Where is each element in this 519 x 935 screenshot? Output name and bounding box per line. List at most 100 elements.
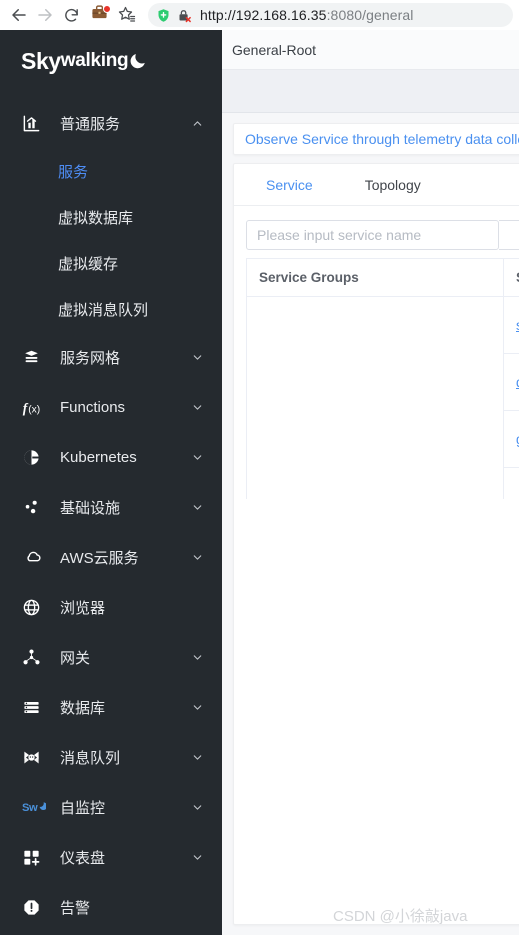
services-column: S s d g bbox=[504, 259, 519, 499]
search-row bbox=[246, 220, 519, 250]
sidebar: Sky walking 普通服务 服务 虚拟数据库 虚拟缓存 虚拟消息队列 服务… bbox=[0, 30, 222, 935]
sidebar-item-label: 消息队列 bbox=[60, 749, 121, 767]
chevron-up-icon[interactable] bbox=[191, 117, 204, 130]
layers-icon bbox=[22, 348, 48, 367]
sidebar-item-aws-cloud[interactable]: AWS云服务 bbox=[0, 532, 222, 582]
sidebar-item-infrastructure[interactable]: 基础设施 bbox=[0, 482, 222, 532]
database-list-icon bbox=[22, 698, 48, 717]
app-root: http://192.168.16.35:8080/general Sky wal… bbox=[0, 0, 519, 935]
sidebar-subitem-label: 虚拟消息队列 bbox=[58, 301, 149, 319]
sidebar-item-self-observability[interactable]: Sw 自监控 bbox=[0, 782, 222, 832]
sidebar-item-database[interactable]: 数据库 bbox=[0, 682, 222, 732]
service-table: Service Groups S s d g bbox=[246, 258, 519, 499]
column-header-service-groups: Service Groups bbox=[247, 259, 503, 297]
sidebar-subitem-virtual-cache[interactable]: 虚拟缓存 bbox=[0, 240, 222, 286]
chevron-down-icon[interactable] bbox=[191, 701, 204, 714]
sidebar-subitem-virtual-mq[interactable]: 虚拟消息队列 bbox=[0, 286, 222, 332]
sidebar-item-label: Functions bbox=[60, 398, 126, 416]
sidebar-item-label: 仪表盘 bbox=[60, 849, 106, 867]
logo-primary-text: Sky bbox=[21, 47, 61, 74]
sidebar-item-label: 浏览器 bbox=[60, 599, 106, 617]
function-fx-icon: f (x) bbox=[22, 398, 48, 417]
breadcrumb-text[interactable]: General-Root bbox=[232, 42, 316, 58]
sidebar-item-label: 数据库 bbox=[60, 699, 106, 717]
watermark: CSDN @小徐敲java bbox=[333, 908, 468, 925]
back-button[interactable] bbox=[6, 2, 32, 28]
chevron-down-icon[interactable] bbox=[191, 751, 204, 764]
chevron-down-icon[interactable] bbox=[191, 851, 204, 864]
chevron-down-icon[interactable] bbox=[191, 401, 204, 414]
reload-button[interactable] bbox=[58, 2, 84, 28]
browser-toolbar: http://192.168.16.35:8080/general bbox=[0, 0, 519, 30]
sidebar-subitem-label: 虚拟缓存 bbox=[58, 255, 119, 273]
search-input[interactable] bbox=[246, 220, 499, 250]
chevron-down-icon[interactable] bbox=[191, 451, 204, 464]
chevron-down-icon[interactable] bbox=[191, 351, 204, 364]
table-row[interactable]: s bbox=[504, 297, 519, 354]
chevron-down-icon[interactable] bbox=[191, 551, 204, 564]
observe-service-link[interactable]: Observe Service through telemetry data c… bbox=[245, 131, 519, 147]
shield-plus-icon[interactable] bbox=[156, 8, 171, 23]
forward-button[interactable] bbox=[32, 2, 58, 28]
table-row[interactable]: d bbox=[504, 354, 519, 411]
page-toolbar bbox=[222, 70, 519, 113]
svg-text:Sw: Sw bbox=[22, 802, 38, 814]
sidebar-item-label: 告警 bbox=[60, 899, 91, 917]
column-header-services: S bbox=[504, 259, 519, 297]
panel-body: Service Groups S s d g bbox=[234, 206, 519, 499]
sidebar-subitem-label: 虚拟数据库 bbox=[58, 209, 134, 227]
gateway-network-icon bbox=[22, 648, 48, 667]
address-bar[interactable]: http://192.168.16.35:8080/general bbox=[148, 3, 513, 27]
sidebar-item-message-queue[interactable]: 消息队列 bbox=[0, 732, 222, 782]
sidebar-item-label: 基础设施 bbox=[60, 499, 121, 517]
main-content: General-Root Observe Service through tel… bbox=[222, 30, 519, 935]
content-area: Observe Service through telemetry data c… bbox=[222, 113, 519, 935]
app-logo[interactable]: Sky walking bbox=[0, 30, 222, 92]
lock-not-secure-icon[interactable] bbox=[177, 8, 192, 23]
crescent-moon-icon bbox=[129, 51, 147, 71]
content-gutter bbox=[222, 195, 233, 935]
chevron-down-icon[interactable] bbox=[191, 801, 204, 814]
svg-text:(x): (x) bbox=[28, 404, 40, 415]
search-adornment[interactable] bbox=[498, 220, 519, 250]
sidebar-item-dashboard[interactable]: 仪表盘 bbox=[0, 832, 222, 882]
chevron-down-icon[interactable] bbox=[191, 651, 204, 664]
reload-icon bbox=[63, 7, 80, 24]
logo-secondary-text: walking bbox=[60, 50, 129, 71]
message-queue-icon bbox=[22, 748, 48, 767]
chart-histogram-icon bbox=[22, 114, 48, 133]
sidebar-item-label: Kubernetes bbox=[60, 448, 137, 466]
skywalking-sw-icon: Sw bbox=[22, 799, 48, 815]
service-groups-body bbox=[247, 297, 503, 499]
arrow-right-icon bbox=[36, 6, 54, 24]
collections-button[interactable] bbox=[114, 2, 140, 28]
tab-topology[interactable]: Topology bbox=[365, 177, 421, 193]
extension-briefcase-button[interactable] bbox=[84, 2, 114, 28]
alert-octagon-icon bbox=[22, 898, 48, 917]
cloud-icon bbox=[22, 548, 48, 567]
sidebar-subitem-service[interactable]: 服务 bbox=[0, 148, 222, 194]
globe-icon bbox=[22, 598, 48, 617]
panel-tabs: Service Topology bbox=[234, 164, 519, 206]
notice-card: Observe Service through telemetry data c… bbox=[233, 123, 519, 155]
sidebar-item-label: 网关 bbox=[60, 649, 91, 667]
url-text: http://192.168.16.35:8080/general bbox=[200, 7, 414, 23]
nodes-dots-icon bbox=[22, 498, 48, 517]
sidebar-item-gateway[interactable]: 网关 bbox=[0, 632, 222, 682]
sidebar-item-functions[interactable]: f (x) Functions bbox=[0, 382, 222, 432]
sidebar-item-general-service[interactable]: 普通服务 bbox=[0, 98, 222, 148]
service-groups-column: Service Groups bbox=[247, 259, 504, 499]
sidebar-item-label: 服务网格 bbox=[60, 349, 121, 367]
breadcrumb: General-Root bbox=[222, 30, 519, 70]
sidebar-item-alarm[interactable]: 告警 bbox=[0, 882, 222, 932]
sidebar-subitem-virtual-database[interactable]: 虚拟数据库 bbox=[0, 194, 222, 240]
table-row[interactable]: g bbox=[504, 411, 519, 468]
tab-service[interactable]: Service bbox=[266, 177, 313, 193]
sidebar-item-service-mesh[interactable]: 服务网格 bbox=[0, 332, 222, 382]
chevron-down-icon[interactable] bbox=[191, 501, 204, 514]
extension-badge bbox=[103, 5, 111, 13]
sidebar-item-kubernetes[interactable]: Kubernetes bbox=[0, 432, 222, 482]
sidebar-item-browser[interactable]: 浏览器 bbox=[0, 582, 222, 632]
sidebar-menu: 普通服务 服务 虚拟数据库 虚拟缓存 虚拟消息队列 服务网格 f (x) Fun… bbox=[0, 92, 222, 935]
arrow-left-icon bbox=[10, 6, 28, 24]
